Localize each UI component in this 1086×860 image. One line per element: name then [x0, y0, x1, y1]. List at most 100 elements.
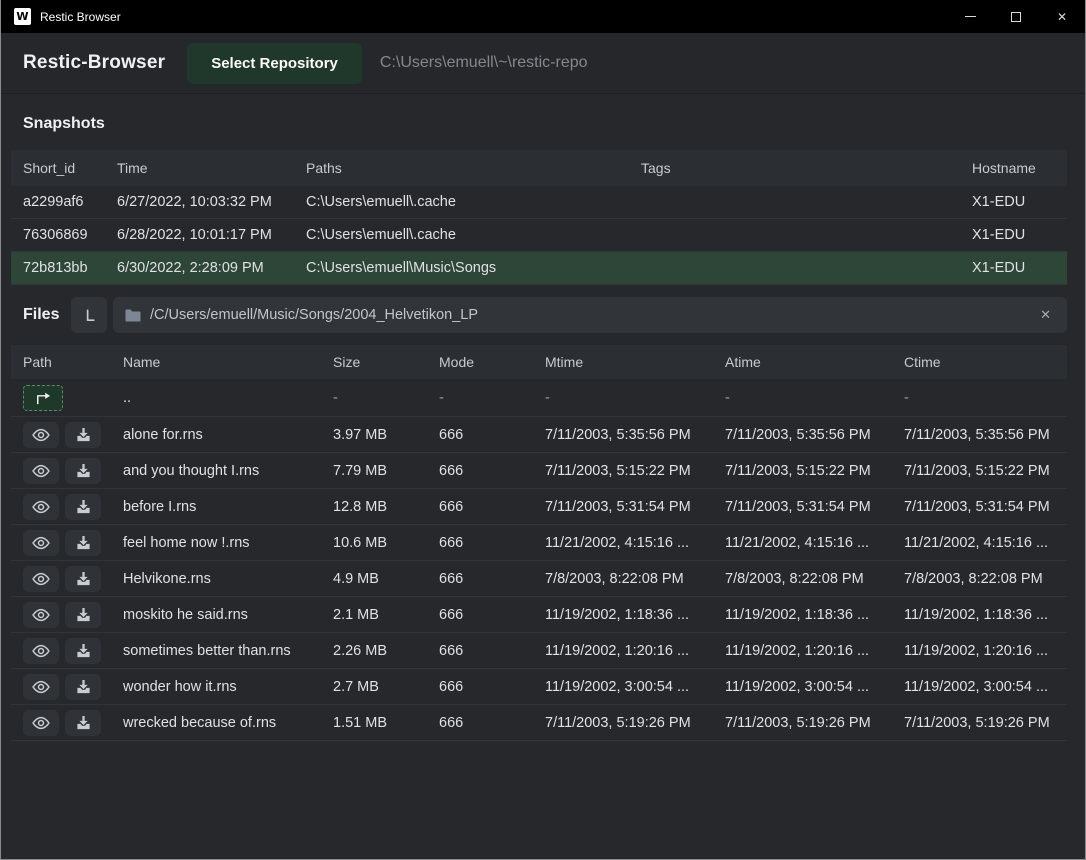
file-mtime: 11/19/2002, 1:20:16 ...: [545, 643, 725, 659]
file-size: 3.97 MB: [333, 427, 439, 443]
file-row[interactable]: moskito he said.rns 2.1 MB 666 11/19/200…: [11, 597, 1067, 633]
file-atime: -: [725, 390, 904, 406]
file-ctime: 11/19/2002, 1:20:16 ...: [904, 643, 1067, 659]
file-atime: 11/19/2002, 1:18:36 ...: [725, 607, 904, 623]
download-icon: [76, 463, 91, 478]
file-row[interactable]: and you thought I.rns 7.79 MB 666 7/11/2…: [11, 453, 1067, 489]
maximize-button[interactable]: [993, 0, 1039, 33]
download-file-button[interactable]: [65, 530, 101, 556]
select-repository-button[interactable]: Select Repository: [187, 43, 362, 84]
snapshots-table: Short_id Time Paths Tags Hostname a2299a…: [11, 150, 1067, 285]
download-file-button[interactable]: [65, 422, 101, 448]
file-size: 2.26 MB: [333, 643, 439, 659]
col-paths: Paths: [306, 160, 641, 176]
parent-directory-row[interactable]: .. - - - - -: [11, 379, 1067, 417]
snapshot-row[interactable]: a2299af6 6/27/2022, 10:03:32 PM C:\Users…: [11, 186, 1067, 219]
snapshot-row-selected[interactable]: 72b813bb 6/30/2022, 2:28:09 PM C:\Users\…: [11, 252, 1067, 285]
window-title: Restic Browser: [40, 10, 121, 24]
app-window: W Restic Browser ✕ Restic-Browser Select…: [0, 0, 1086, 860]
current-path-field[interactable]: /C/Users/emuell/Music/Songs/2004_Helveti…: [113, 297, 1067, 333]
file-row[interactable]: sometimes better than.rns 2.26 MB 666 11…: [11, 633, 1067, 669]
file-ctime: 11/19/2002, 1:18:36 ...: [904, 607, 1067, 623]
col-atime: Atime: [725, 354, 904, 370]
snapshot-paths: C:\Users\emuell\Music\Songs: [306, 260, 641, 276]
file-row[interactable]: Helvikone.rns 4.9 MB 666 7/8/2003, 8:22:…: [11, 561, 1067, 597]
snapshot-row[interactable]: 76306869 6/28/2022, 10:01:17 PM C:\Users…: [11, 219, 1067, 252]
files-table: Path Name Size Mode Mtime Atime Ctime ..…: [11, 345, 1067, 741]
minimize-button[interactable]: [947, 0, 993, 33]
file-name: Helvikone.rns: [123, 571, 333, 587]
folder-icon: [125, 309, 141, 322]
file-row[interactable]: feel home now !.rns 10.6 MB 666 11/21/20…: [11, 525, 1067, 561]
file-ctime: 7/11/2003, 5:19:26 PM: [904, 715, 1067, 731]
file-mtime: 7/11/2003, 5:15:22 PM: [545, 463, 725, 479]
file-name: alone for.rns: [123, 427, 333, 443]
files-heading: Files: [23, 306, 71, 324]
download-icon: [76, 499, 91, 514]
file-mtime: 11/19/2002, 1:18:36 ...: [545, 607, 725, 623]
download-file-button[interactable]: [65, 494, 101, 520]
file-atime: 11/21/2002, 4:15:16 ...: [725, 535, 904, 551]
repository-path: C:\Users\emuell\~\restic-repo: [380, 54, 588, 72]
preview-file-button[interactable]: [23, 638, 59, 664]
col-mode: Mode: [439, 354, 545, 370]
preview-file-button[interactable]: [23, 494, 59, 520]
eye-icon: [31, 608, 51, 622]
file-name: feel home now !.rns: [123, 535, 333, 551]
file-ctime: 7/8/2003, 8:22:08 PM: [904, 571, 1067, 587]
preview-file-button[interactable]: [23, 602, 59, 628]
file-row[interactable]: wrecked because of.rns 1.51 MB 666 7/11/…: [11, 705, 1067, 741]
file-mode: 666: [439, 643, 545, 659]
file-mode: 666: [439, 679, 545, 695]
close-button[interactable]: ✕: [1039, 0, 1085, 33]
file-row[interactable]: alone for.rns 3.97 MB 666 7/11/2003, 5:3…: [11, 417, 1067, 453]
download-file-button[interactable]: [65, 638, 101, 664]
go-up-directory-button[interactable]: [23, 385, 63, 411]
go-to-root-button[interactable]: [71, 297, 107, 333]
snapshot-short-id: 76306869: [23, 227, 117, 243]
file-size: -: [333, 390, 439, 406]
file-size: 4.9 MB: [333, 571, 439, 587]
col-tags: Tags: [641, 160, 972, 176]
download-file-button[interactable]: [65, 674, 101, 700]
file-row[interactable]: wonder how it.rns 2.7 MB 666 11/19/2002,…: [11, 669, 1067, 705]
window-controls: ✕: [947, 0, 1085, 33]
files-table-header: Path Name Size Mode Mtime Atime Ctime: [11, 345, 1067, 379]
col-size: Size: [333, 354, 439, 370]
download-file-button[interactable]: [65, 458, 101, 484]
clear-path-button[interactable]: ✕: [1036, 305, 1055, 325]
file-mode: -: [439, 390, 545, 406]
snapshot-hostname: X1-EDU: [972, 260, 1067, 276]
file-ctime: 11/21/2002, 4:15:16 ...: [904, 535, 1067, 551]
eye-icon: [31, 464, 51, 478]
preview-file-button[interactable]: [23, 422, 59, 448]
preview-file-button[interactable]: [23, 566, 59, 592]
preview-file-button[interactable]: [23, 710, 59, 736]
file-row[interactable]: before I.rns 12.8 MB 666 7/11/2003, 5:31…: [11, 489, 1067, 525]
maximize-icon: [1011, 12, 1021, 22]
eye-icon: [31, 428, 51, 442]
download-file-button[interactable]: [65, 566, 101, 592]
file-size: 12.8 MB: [333, 499, 439, 515]
file-mode: 666: [439, 499, 545, 515]
file-mtime: -: [545, 390, 725, 406]
snapshot-short-id: 72b813bb: [23, 260, 117, 276]
download-file-button[interactable]: [65, 710, 101, 736]
file-atime: 7/8/2003, 8:22:08 PM: [725, 571, 904, 587]
download-icon: [76, 571, 91, 586]
files-toolbar: Files /C/Users/emuell/Music/Songs/2004_H…: [1, 285, 1085, 345]
file-atime: 7/11/2003, 5:19:26 PM: [725, 715, 904, 731]
eye-icon: [31, 716, 51, 730]
preview-file-button[interactable]: [23, 530, 59, 556]
download-icon: [76, 643, 91, 658]
preview-file-button[interactable]: [23, 674, 59, 700]
file-ctime: 7/11/2003, 5:31:54 PM: [904, 499, 1067, 515]
preview-file-button[interactable]: [23, 458, 59, 484]
col-mtime: Mtime: [545, 354, 725, 370]
file-name: ..: [123, 390, 333, 406]
eye-icon: [31, 536, 51, 550]
file-size: 10.6 MB: [333, 535, 439, 551]
close-icon: ✕: [1057, 10, 1067, 24]
download-file-button[interactable]: [65, 602, 101, 628]
eye-icon: [31, 680, 51, 694]
